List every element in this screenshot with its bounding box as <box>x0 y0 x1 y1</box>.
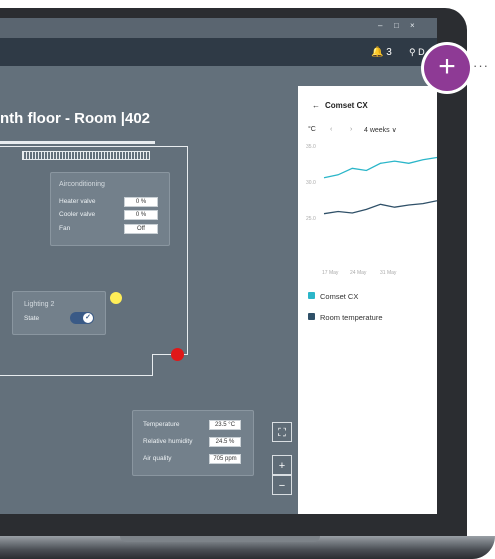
range-selector[interactable]: 4 weeks ∨ <box>364 126 397 134</box>
minus-icon: − <box>278 480 286 492</box>
notifications-button[interactable]: 🔔 3 <box>371 47 392 58</box>
legend-swatch-room-temp <box>308 313 315 320</box>
x-tick-label: 24 May <box>350 270 367 276</box>
fullscreen-button[interactable]: ⛶ <box>272 422 292 442</box>
temperature-label: Temperature <box>143 421 180 428</box>
cooler-valve-value: 0 % <box>124 210 158 220</box>
wall-bottom <box>0 375 153 376</box>
humidity-value: 24.5 % <box>209 437 241 447</box>
wall-step-vertical <box>152 354 153 375</box>
wall-top-highlight <box>0 141 155 144</box>
alert-sensor-dot[interactable] <box>171 348 184 361</box>
lighting-state-toggle[interactable]: ✓ <box>70 312 94 324</box>
y-tick-label: 30.0 <box>306 180 316 186</box>
unit-label: °C <box>308 126 316 133</box>
series-line-comset <box>323 156 437 179</box>
legend-label-room-temp: Room temperature <box>320 313 383 322</box>
location-pin-icon: ⚲ <box>409 47 416 57</box>
temperature-value: 23.5 °C <box>209 420 241 430</box>
humidity-label: Relative humidity <box>143 438 193 445</box>
y-tick-label: 35.0 <box>306 144 316 150</box>
lighting-state-label: State <box>24 315 40 322</box>
legend-swatch-comset <box>308 292 315 299</box>
plus-icon: + <box>278 460 286 472</box>
notifications-count: 3 <box>386 47 392 58</box>
check-icon: ✓ <box>83 313 93 323</box>
window-maximize-button[interactable]: □ <box>394 21 399 30</box>
x-tick-label: 31 May <box>380 270 397 276</box>
window-minimize-button[interactable]: – <box>378 21 382 30</box>
back-arrow-icon: ← <box>312 101 320 110</box>
fullscreen-icon: ⛶ <box>278 427 286 439</box>
y-tick-label: 25.0 <box>306 216 316 222</box>
back-button[interactable]: ← <box>312 101 320 110</box>
temperature-chart: 35.0 30.0 25.0 17 May 24 May 31 May <box>306 144 437 276</box>
more-dots-icon: ··· <box>473 58 489 73</box>
aircon-title: Airconditioning <box>59 181 105 188</box>
zoom-out-button[interactable]: − <box>272 475 292 495</box>
window-titlebar: – □ × <box>0 18 437 38</box>
heater-valve-value: 0 % <box>124 197 158 207</box>
series-line-room-temperature <box>323 200 437 215</box>
cooler-valve-label: Cooler valve <box>59 211 96 218</box>
zoom-in-button[interactable]: + <box>272 455 292 475</box>
laptop-notch <box>120 536 320 542</box>
fan-label: Fan <box>59 225 71 232</box>
air-quality-value: 705 ppm <box>209 454 241 464</box>
bell-icon: 🔔 <box>371 47 384 58</box>
wall-top <box>0 146 188 147</box>
wall-right <box>187 146 188 354</box>
legend-label-comset: Comset CX <box>320 292 359 301</box>
air-quality-label: Air quality <box>143 455 172 462</box>
location-button[interactable]: ⚲ D <box>409 47 425 58</box>
app-screen: – □ × 🔔 3 ⚲ D nth floor - Room |402 Airc… <box>0 18 437 514</box>
prev-period-button[interactable]: ‹ <box>330 126 332 133</box>
heater-valve-label: Heater valve <box>59 198 96 205</box>
add-button[interactable]: + <box>424 45 470 91</box>
detail-title: Comset CX <box>325 101 368 110</box>
detail-panel: ← Comset CX °C ‹ › 4 weeks ∨ 35.0 30.0 25.… <box>298 86 437 514</box>
lighting-title: Lighting 2 <box>24 301 55 308</box>
x-tick-label: 17 May <box>322 270 339 276</box>
window-close-button[interactable]: × <box>410 21 415 30</box>
next-period-button[interactable]: › <box>350 126 352 133</box>
fan-value: Off <box>124 224 158 234</box>
lighting-sensor-dot[interactable] <box>110 292 122 304</box>
location-label: D <box>418 47 425 57</box>
page-title: nth floor - Room |402 <box>0 110 151 127</box>
radiator-icon <box>22 151 150 160</box>
